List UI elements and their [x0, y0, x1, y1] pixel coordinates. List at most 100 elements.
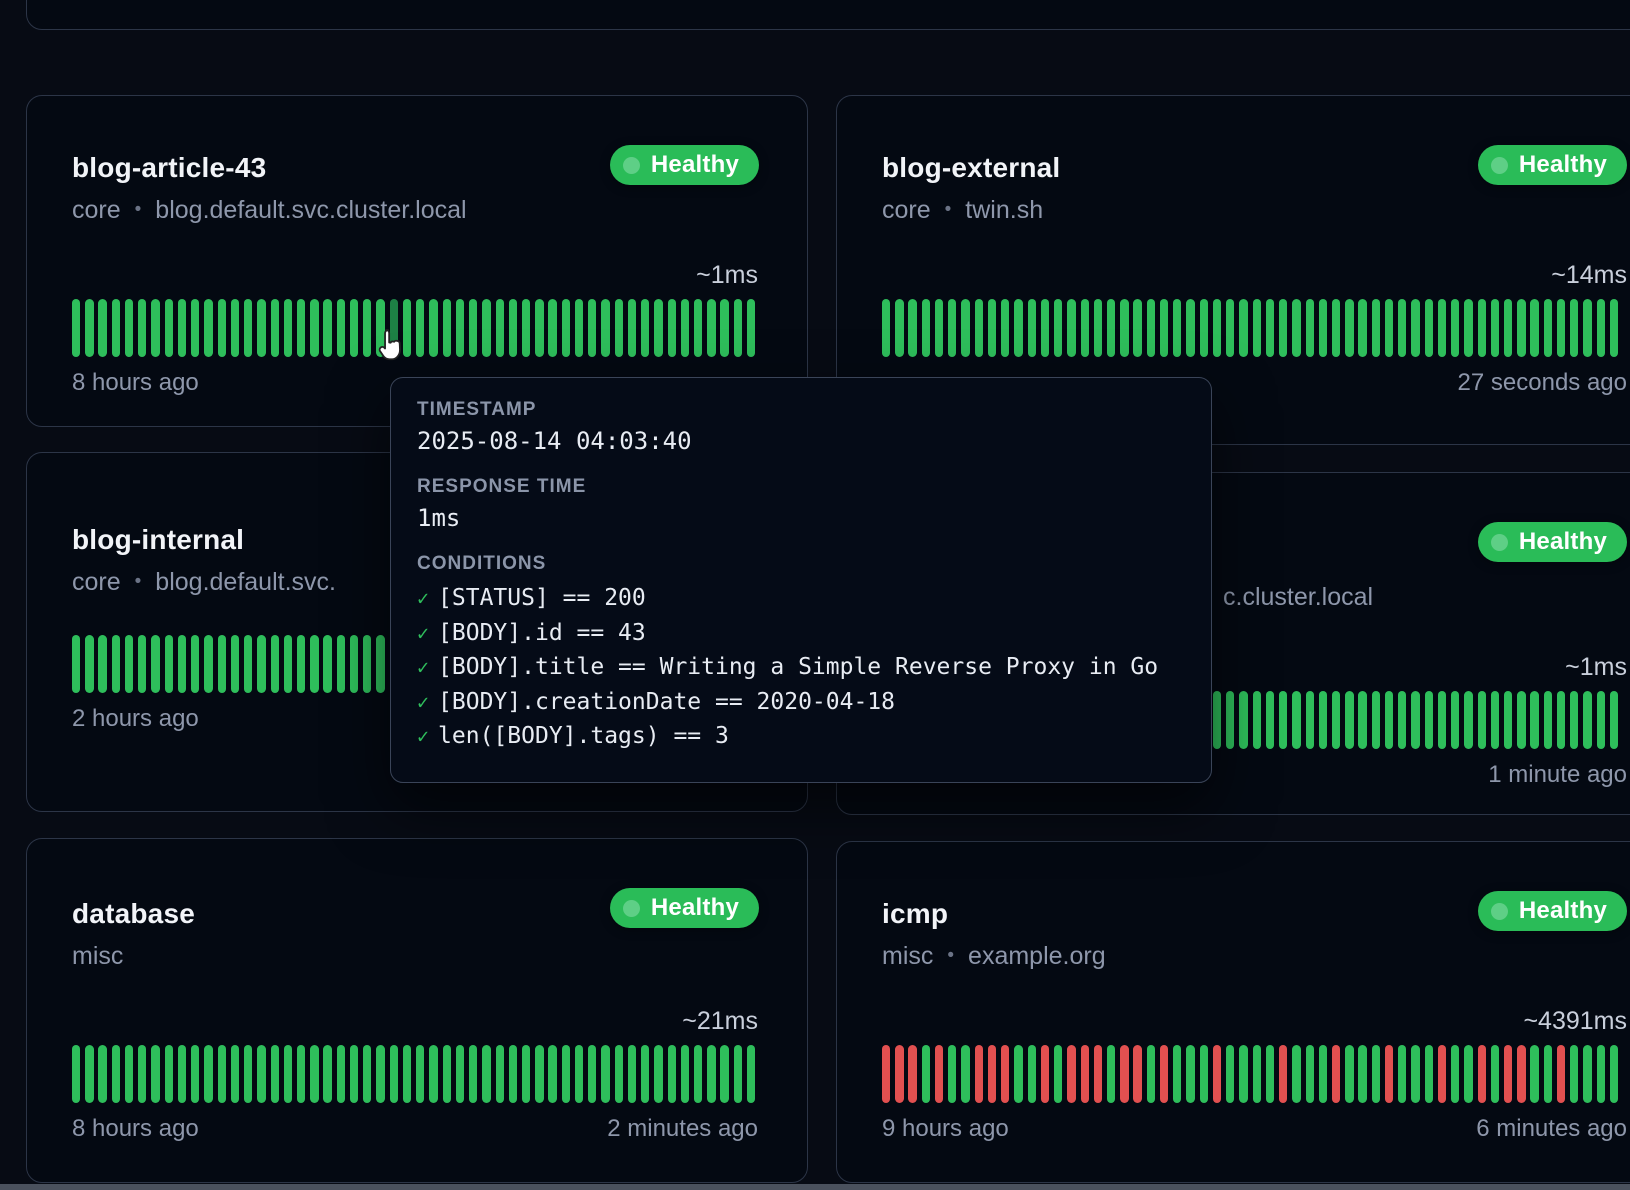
uptime-bar[interactable]	[1425, 1045, 1433, 1103]
uptime-bar[interactable]	[1253, 691, 1261, 749]
uptime-bar[interactable]	[654, 299, 662, 357]
uptime-bar[interactable]	[337, 1045, 345, 1103]
uptime-bar[interactable]	[1266, 299, 1274, 357]
uptime-bar[interactable]	[1372, 1045, 1380, 1103]
uptime-bar[interactable]	[85, 1045, 93, 1103]
uptime-bar[interactable]	[628, 299, 636, 357]
uptime-bar[interactable]	[1517, 299, 1525, 357]
uptime-bar[interactable]	[1425, 691, 1433, 749]
uptime-bar[interactable]	[297, 635, 305, 693]
uptime-bar[interactable]	[509, 1045, 517, 1103]
uptime-bar[interactable]	[522, 299, 530, 357]
uptime-bar[interactable]	[548, 1045, 556, 1103]
uptime-bar[interactable]	[323, 299, 331, 357]
uptime-bar[interactable]	[191, 299, 199, 357]
uptime-bars[interactable]	[882, 1045, 1627, 1103]
uptime-bar[interactable]	[390, 299, 398, 357]
uptime-bar[interactable]	[1120, 1045, 1128, 1103]
uptime-bar[interactable]	[284, 299, 292, 357]
uptime-bar[interactable]	[948, 1045, 956, 1103]
uptime-bar[interactable]	[588, 299, 596, 357]
uptime-bar[interactable]	[204, 299, 212, 357]
uptime-bar[interactable]	[1557, 1045, 1565, 1103]
uptime-bar[interactable]	[1001, 1045, 1009, 1103]
uptime-bar[interactable]	[935, 299, 943, 357]
uptime-bar[interactable]	[707, 1045, 715, 1103]
uptime-bar[interactable]	[895, 299, 903, 357]
uptime-bar[interactable]	[1557, 299, 1565, 357]
uptime-bar[interactable]	[231, 1045, 239, 1103]
uptime-bar[interactable]	[1133, 1045, 1141, 1103]
uptime-bar[interactable]	[1200, 1045, 1208, 1103]
uptime-bar[interactable]	[1398, 299, 1406, 357]
uptime-bar[interactable]	[165, 635, 173, 693]
uptime-bar[interactable]	[601, 1045, 609, 1103]
uptime-bar[interactable]	[1517, 1045, 1525, 1103]
uptime-bar[interactable]	[1041, 299, 1049, 357]
uptime-bar[interactable]	[1279, 299, 1287, 357]
uptime-bar[interactable]	[284, 635, 292, 693]
uptime-bar[interactable]	[1411, 1045, 1419, 1103]
uptime-bar[interactable]	[1504, 691, 1512, 749]
uptime-bar[interactable]	[1081, 299, 1089, 357]
uptime-bar[interactable]	[1054, 299, 1062, 357]
uptime-bar[interactable]	[1173, 1045, 1181, 1103]
uptime-bar[interactable]	[416, 299, 424, 357]
uptime-bar[interactable]	[562, 1045, 570, 1103]
uptime-bar[interactable]	[1239, 1045, 1247, 1103]
uptime-bar[interactable]	[1253, 299, 1261, 357]
uptime-bar[interactable]	[337, 635, 345, 693]
uptime-bar[interactable]	[218, 1045, 226, 1103]
uptime-bar[interactable]	[1398, 1045, 1406, 1103]
uptime-bar[interactable]	[138, 1045, 146, 1103]
uptime-bar[interactable]	[112, 1045, 120, 1103]
uptime-bar[interactable]	[1028, 299, 1036, 357]
uptime-bar[interactable]	[257, 635, 265, 693]
uptime-bar[interactable]	[218, 299, 226, 357]
uptime-bar[interactable]	[628, 1045, 636, 1103]
uptime-bar[interactable]	[429, 1045, 437, 1103]
uptime-bar[interactable]	[178, 299, 186, 357]
uptime-bar[interactable]	[1517, 691, 1525, 749]
uptime-bar[interactable]	[1107, 1045, 1115, 1103]
uptime-bar[interactable]	[231, 299, 239, 357]
uptime-bar[interactable]	[496, 299, 504, 357]
uptime-bar[interactable]	[1054, 1045, 1062, 1103]
uptime-bar[interactable]	[1186, 1045, 1194, 1103]
uptime-bar[interactable]	[1451, 299, 1459, 357]
uptime-bar[interactable]	[1530, 1045, 1538, 1103]
uptime-bar[interactable]	[1279, 691, 1287, 749]
uptime-bar[interactable]	[350, 1045, 358, 1103]
uptime-bar[interactable]	[1464, 1045, 1472, 1103]
uptime-bar[interactable]	[588, 1045, 596, 1103]
uptime-bar[interactable]	[416, 1045, 424, 1103]
uptime-bar[interactable]	[1332, 299, 1340, 357]
uptime-bar[interactable]	[615, 1045, 623, 1103]
uptime-bar[interactable]	[1319, 299, 1327, 357]
uptime-bar[interactable]	[1200, 299, 1208, 357]
uptime-bar[interactable]	[1478, 691, 1486, 749]
uptime-bar[interactable]	[271, 299, 279, 357]
uptime-bar[interactable]	[1319, 691, 1327, 749]
uptime-bar[interactable]	[747, 299, 755, 357]
uptime-bar[interactable]	[98, 299, 106, 357]
uptime-bar[interactable]	[1147, 299, 1155, 357]
uptime-bar[interactable]	[85, 299, 93, 357]
uptime-bar[interactable]	[1597, 299, 1605, 357]
uptime-bar[interactable]	[895, 1045, 903, 1103]
uptime-bar[interactable]	[376, 1045, 384, 1103]
uptime-bar[interactable]	[1451, 691, 1459, 749]
uptime-bar[interactable]	[456, 299, 464, 357]
uptime-bar[interactable]	[654, 1045, 662, 1103]
uptime-bar[interactable]	[641, 299, 649, 357]
uptime-bar[interactable]	[337, 299, 345, 357]
uptime-bar[interactable]	[1464, 691, 1472, 749]
uptime-bar[interactable]	[231, 635, 239, 693]
uptime-bar[interactable]	[1530, 299, 1538, 357]
uptime-bar[interactable]	[1239, 691, 1247, 749]
uptime-bar[interactable]	[1173, 299, 1181, 357]
uptime-bar[interactable]	[922, 1045, 930, 1103]
uptime-bar[interactable]	[218, 635, 226, 693]
uptime-bar[interactable]	[1081, 1045, 1089, 1103]
uptime-bar[interactable]	[1491, 691, 1499, 749]
